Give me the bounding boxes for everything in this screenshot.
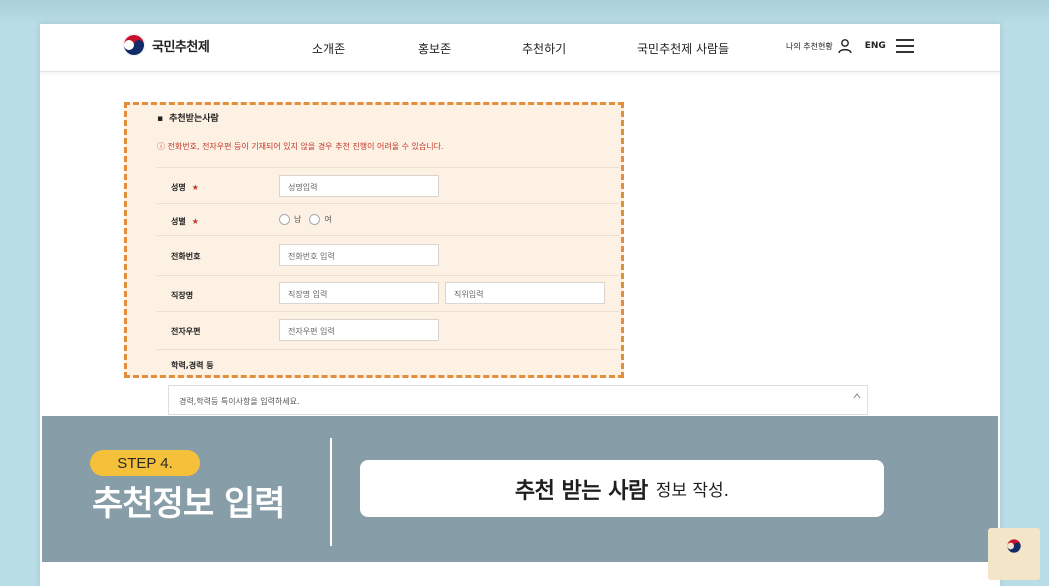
row-divider [157,349,619,350]
name-input[interactable]: 성명입력 [279,175,439,197]
step-title: 추천정보 입력 [92,484,286,524]
gender-label: 성별 ★ [171,217,199,226]
row-divider [157,167,619,168]
language-toggle[interactable]: ENG [865,41,886,51]
gender-male-label: 남 [294,215,302,224]
gender-female-label: 여 [324,215,332,224]
site-header: 국민추천제 소개존 홍보존 추천하기 국민추천제 사람들 나의 추천현황 ENG [40,24,1000,72]
step-badge: STEP 4. [90,450,200,476]
workplace-label: 직장명 [171,291,194,300]
section-title: ▪ 추천받는사람 [157,114,219,124]
email-label: 전자우편 [171,327,201,336]
header-utilities: 나의 추천현황 ENG [786,38,914,54]
contact-warning: ⓘ 전화번호, 전자우편 등이 기재되어 있지 않을 경우 추천 진행이 어려울… [157,142,444,151]
taegeuk-logo-icon [122,33,146,57]
row-divider [157,311,619,312]
nav-intro[interactable]: 소개존 [312,40,345,57]
site-logo[interactable]: 국민추천제 [122,33,210,57]
nav-people[interactable]: 국민추천제 사람들 [637,40,729,57]
banner-divider [330,438,332,546]
hamburger-menu-icon[interactable] [895,39,914,53]
user-icon[interactable] [837,38,853,54]
career-label: 학력,경력 등 [171,361,214,370]
name-label: 성명 ★ [171,183,199,192]
bullet-icon: ▪ [157,114,164,124]
caption-strong: 추천 받는 사람 [514,478,648,504]
phone-label: 전화번호 [171,252,201,261]
gender-female-radio[interactable] [309,214,321,225]
channel-thumbnail [988,528,1040,580]
nav-promotion[interactable]: 홍보존 [418,40,451,57]
my-status-link[interactable]: 나의 추천현황 [786,41,833,52]
gender-male-radio[interactable] [279,214,290,225]
step-banner: STEP 4. 추천정보 입력 추천 받는 사람 정보 작성. [42,416,998,562]
caption-light: 정보 작성. [655,481,730,501]
row-divider [157,275,619,276]
taegeuk-mini-icon [1007,539,1021,553]
row-divider [157,235,619,236]
email-input[interactable]: 전자우편 입력 [279,319,439,341]
background-strip [0,0,1049,24]
career-textarea[interactable]: 경력,학력등 특이사항을 입력하세요. [168,385,868,415]
workplace-input[interactable]: 직장명 입력 [279,282,439,304]
recommendee-form: ▪ 추천받는사람 ⓘ 전화번호, 전자우편 등이 기재되어 있지 않을 경우 추천… [124,102,624,378]
chevron-up-icon[interactable] [853,392,861,400]
position-input[interactable]: 직위입력 [445,282,605,304]
gender-radio-group: 남 여 [279,214,340,225]
row-divider [157,203,619,204]
nav-recommend[interactable]: 추천하기 [522,40,566,57]
logo-text: 국민추천제 [152,39,210,55]
career-placeholder: 경력,학력등 특이사항을 입력하세요. [179,397,300,406]
phone-input[interactable]: 전화번호 입력 [279,244,439,266]
step-caption: 추천 받는 사람 정보 작성. [360,460,884,517]
